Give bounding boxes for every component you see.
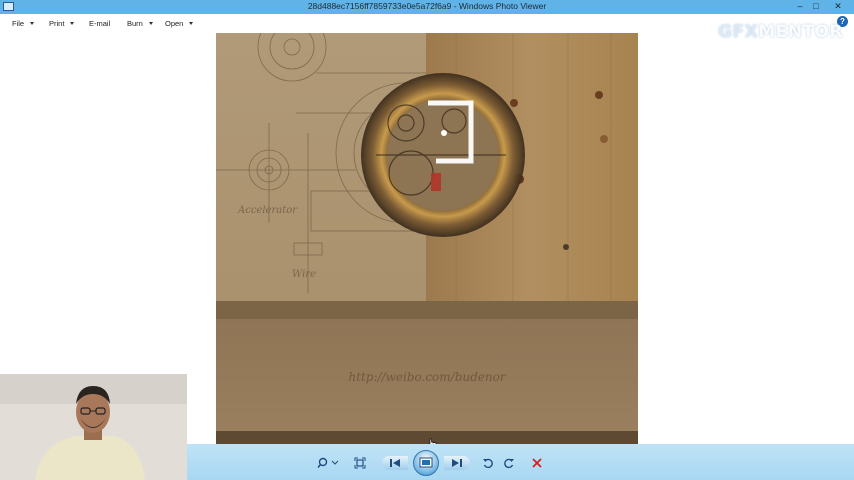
menu-burn[interactable]: Burn bbox=[127, 19, 153, 28]
rotate-counterclockwise-button[interactable] bbox=[481, 456, 495, 470]
menu-print-label: Print bbox=[49, 19, 65, 28]
close-window-button[interactable]: ✕ bbox=[828, 0, 848, 14]
dropdown-caret-icon bbox=[189, 22, 194, 25]
actual-size-button[interactable] bbox=[353, 456, 367, 470]
watermark-prefix: GFX bbox=[718, 22, 759, 42]
menu-file[interactable]: File bbox=[12, 19, 35, 28]
menu-burn-label: Burn bbox=[127, 19, 143, 28]
presenter-video bbox=[0, 374, 187, 480]
window-title: 28d488ec7156ff7859733e0e5a72f6a9 - Windo… bbox=[307, 1, 547, 11]
delete-button[interactable] bbox=[530, 456, 544, 470]
title-bar: 28d488ec7156ff7859733e0e5a72f6a9 - Windo… bbox=[0, 0, 854, 14]
channel-watermark: GFXMENTOR bbox=[718, 22, 843, 42]
watermark-suffix: MENTOR bbox=[758, 22, 844, 42]
dropdown-caret-icon bbox=[148, 22, 153, 25]
previous-icon bbox=[390, 459, 400, 467]
slideshow-button[interactable] bbox=[413, 450, 439, 476]
menu-email-label: E-mail bbox=[89, 19, 111, 28]
zoom-icon bbox=[317, 457, 339, 469]
rotate-clockwise-icon bbox=[504, 458, 514, 469]
rotate-counterclockwise-icon bbox=[483, 458, 493, 469]
photo-viewer-window: 28d488ec7156ff7859733e0e5a72f6a9 - Windo… bbox=[0, 0, 854, 480]
dropdown-caret-icon bbox=[70, 22, 75, 25]
sketch-label-wire: Wire bbox=[292, 269, 316, 280]
slideshow-icon bbox=[419, 457, 433, 468]
menu-file-label: File bbox=[12, 19, 25, 28]
menu-email[interactable]: E-mail bbox=[89, 19, 110, 28]
sketch-label-accelerator: Accelerator bbox=[237, 205, 298, 216]
delete-icon bbox=[532, 458, 542, 468]
menu-print[interactable]: Print bbox=[49, 19, 75, 28]
fit-actual-size-icon bbox=[354, 457, 366, 469]
webcam-overlay bbox=[0, 374, 187, 480]
zoom-button[interactable] bbox=[315, 456, 341, 470]
previous-button[interactable] bbox=[382, 456, 408, 470]
rotate-clockwise-button[interactable] bbox=[502, 456, 516, 470]
maximize-button[interactable]: □ bbox=[806, 0, 826, 14]
next-icon bbox=[452, 459, 462, 467]
menu-open-label: Open bbox=[165, 19, 184, 28]
displayed-photo: Accelerator Wire http://weibo.com/budeno… bbox=[216, 33, 638, 444]
menu-open[interactable]: Open bbox=[165, 19, 194, 28]
next-button[interactable] bbox=[444, 456, 470, 470]
dropdown-caret-icon bbox=[30, 22, 35, 25]
navigation-toolbar bbox=[187, 444, 854, 480]
photo-caption-text: http://weibo.com/budenor bbox=[348, 370, 506, 384]
